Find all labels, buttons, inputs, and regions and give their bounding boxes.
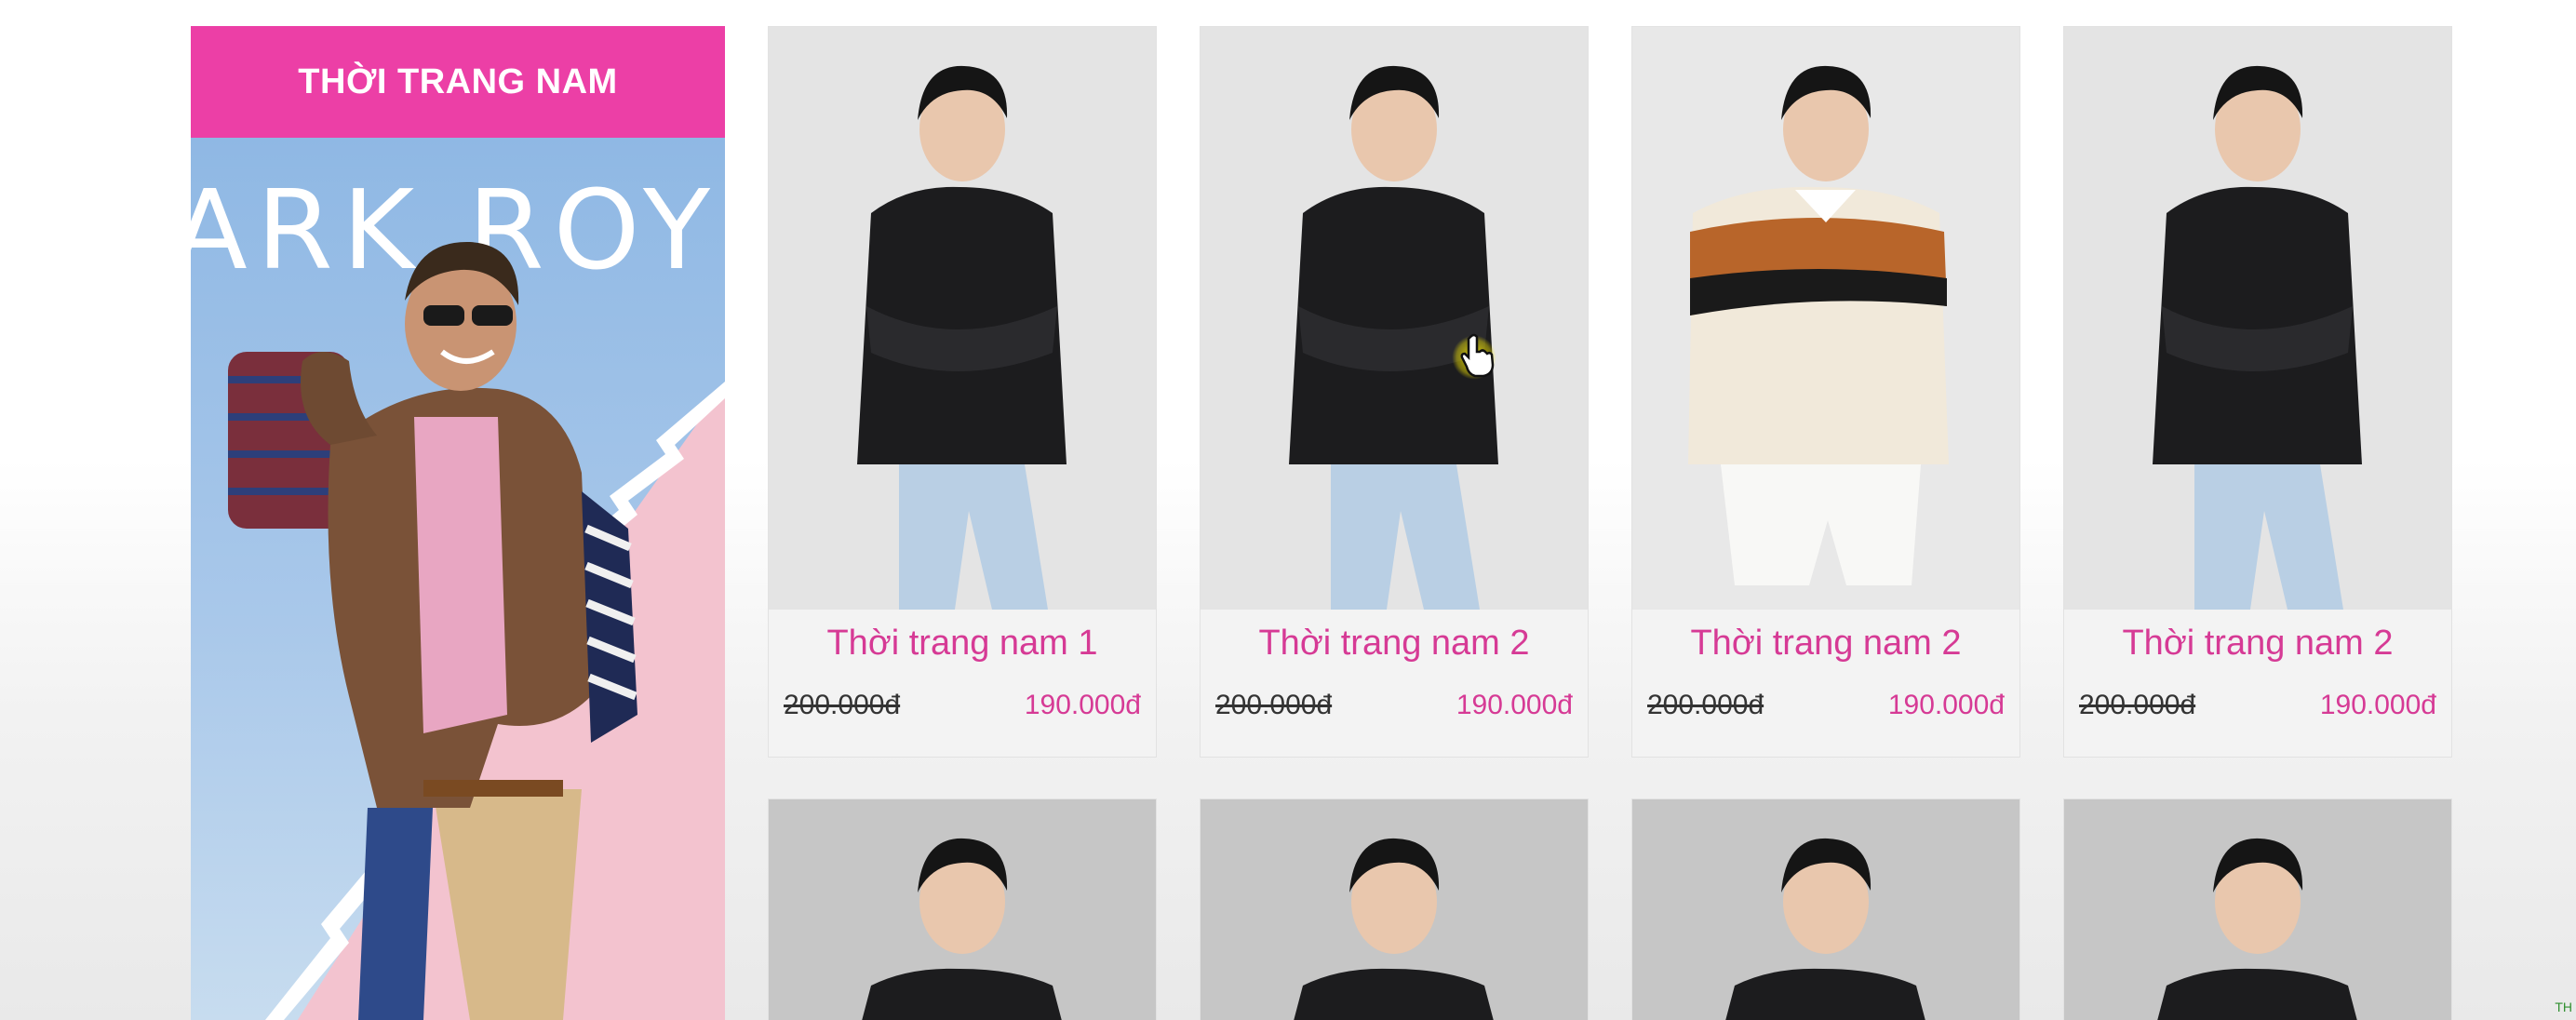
product-name[interactable]: Thời trang nam 2 bbox=[1201, 617, 1588, 669]
corner-mark: TH bbox=[2555, 1000, 2572, 1014]
banner-model-illustration bbox=[228, 241, 725, 1020]
product-card[interactable] bbox=[768, 799, 1157, 1020]
product-image[interactable] bbox=[1632, 27, 2019, 610]
product-model-illustration bbox=[862, 838, 1062, 1020]
product-image[interactable] bbox=[1201, 27, 1588, 610]
product-new-price: 190.000đ bbox=[1024, 690, 1141, 720]
product-card[interactable]: Thời trang nam 2 200.000đ 190.000đ bbox=[2063, 26, 2452, 758]
product-image[interactable] bbox=[1201, 799, 1588, 1020]
product-new-price: 190.000đ bbox=[1887, 690, 2005, 720]
product-listing-page: THỜI TRANG NAM ARK ROY Thời trang nam 1 … bbox=[0, 0, 2576, 1020]
product-image[interactable] bbox=[2064, 27, 2451, 610]
product-prices: 200.000đ 190.000đ bbox=[1201, 682, 1588, 729]
product-new-price: 190.000đ bbox=[1456, 690, 1573, 720]
product-image[interactable] bbox=[769, 27, 1156, 610]
product-model-illustration bbox=[2153, 65, 2362, 610]
product-old-price: 200.000đ bbox=[1215, 690, 1333, 720]
product-image[interactable] bbox=[1632, 799, 2019, 1020]
product-prices: 200.000đ 190.000đ bbox=[2064, 682, 2451, 729]
product-image[interactable] bbox=[769, 799, 1156, 1020]
product-prices: 200.000đ 190.000đ bbox=[1632, 682, 2019, 729]
product-card[interactable]: Thời trang nam 1 200.000đ 190.000đ bbox=[768, 26, 1157, 758]
product-card[interactable]: Thời trang nam 2 200.000đ 190.000đ bbox=[1200, 26, 1589, 758]
product-old-price: 200.000đ bbox=[2079, 690, 2196, 720]
product-model-illustration bbox=[2157, 838, 2357, 1020]
product-card[interactable] bbox=[1200, 799, 1589, 1020]
category-title[interactable]: THỜI TRANG NAM bbox=[191, 26, 725, 138]
product-model-illustration bbox=[1725, 838, 1925, 1020]
product-model-illustration bbox=[857, 65, 1067, 610]
product-old-price: 200.000đ bbox=[784, 690, 901, 720]
product-new-price: 190.000đ bbox=[2319, 690, 2436, 720]
category-banner[interactable]: THỜI TRANG NAM ARK ROY bbox=[191, 26, 725, 1020]
product-model-illustration bbox=[1289, 65, 1498, 610]
hand-pointer-icon bbox=[1460, 333, 1495, 378]
product-model-illustration bbox=[1688, 65, 1949, 585]
product-old-price: 200.000đ bbox=[1647, 690, 1764, 720]
product-image[interactable] bbox=[2064, 799, 2451, 1020]
product-name[interactable]: Thời trang nam 2 bbox=[1632, 617, 2019, 669]
product-name[interactable]: Thời trang nam 1 bbox=[769, 617, 1156, 669]
product-name[interactable]: Thời trang nam 2 bbox=[2064, 617, 2451, 669]
product-model-illustration bbox=[1294, 838, 1494, 1020]
product-card[interactable]: Thời trang nam 2 200.000đ 190.000đ bbox=[1631, 26, 2020, 758]
product-card[interactable] bbox=[1631, 799, 2020, 1020]
product-prices: 200.000đ 190.000đ bbox=[769, 682, 1156, 729]
product-card[interactable] bbox=[2063, 799, 2452, 1020]
category-banner-image[interactable]: ARK ROY bbox=[191, 138, 725, 1020]
